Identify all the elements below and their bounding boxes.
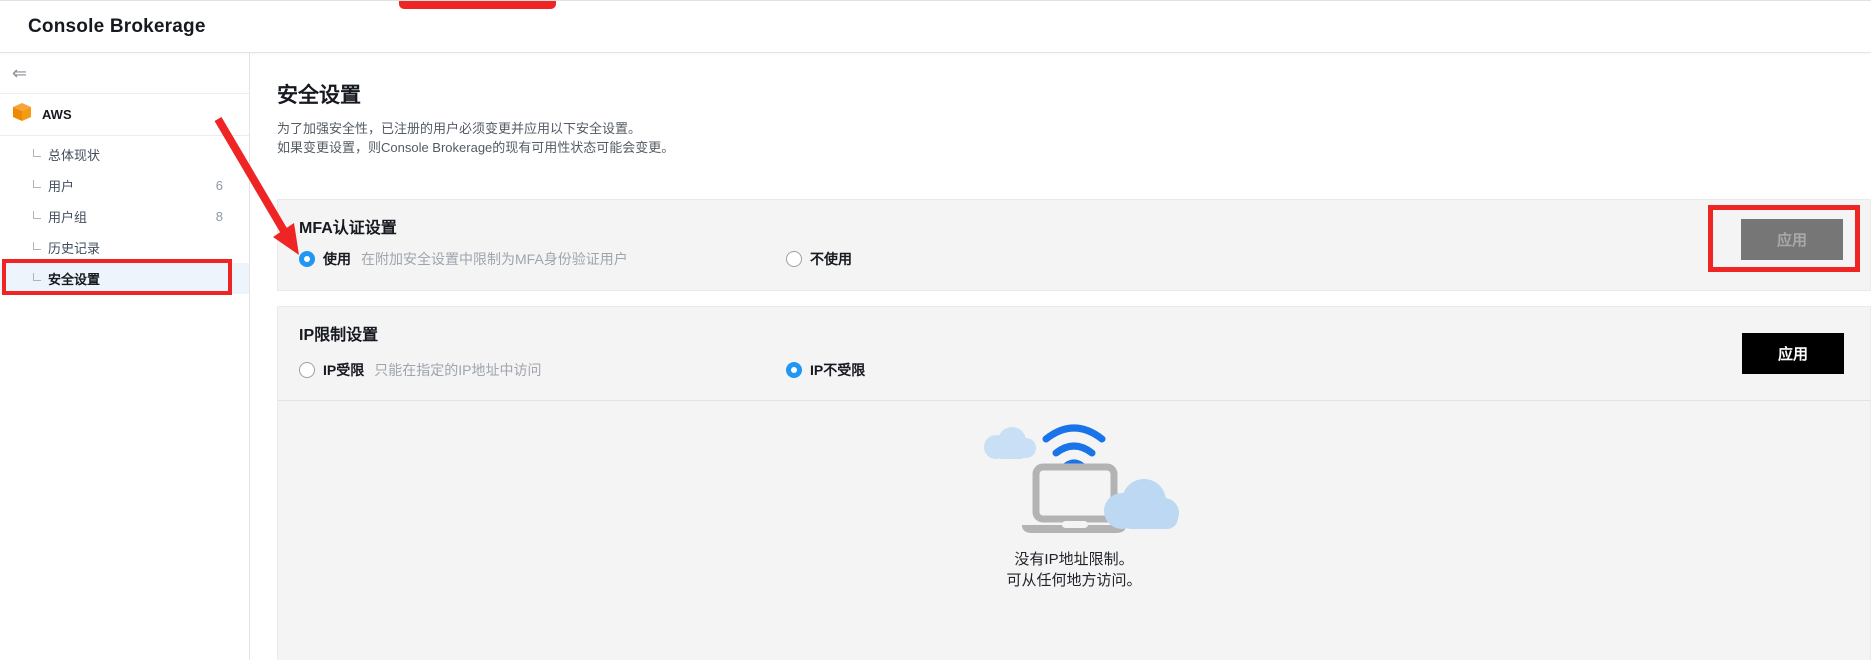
ip-restricted-label: IP受限	[323, 360, 364, 380]
ip-empty-state: 没有IP地址限制。 可从任何地方访问。	[278, 407, 1870, 591]
ip-restricted-description: 只能在指定的IP地址中访问	[374, 360, 541, 380]
mfa-panel-title: MFA认证设置	[299, 214, 397, 238]
mfa-use-radio[interactable]	[299, 251, 315, 267]
ip-unrestricted-radio[interactable]	[786, 362, 802, 378]
tree-branch-icon	[33, 242, 41, 250]
sidebar-item-label: 总体现状	[48, 145, 100, 164]
sidebar-group-aws[interactable]: AWS	[0, 94, 249, 136]
tree-branch-icon	[33, 149, 41, 157]
page-title: 安全设置	[277, 79, 361, 109]
sidebar-group-label: AWS	[42, 107, 72, 122]
security-settings-page: Console Brokerage ⇐ AWS 总体现状	[0, 0, 1871, 660]
laptop-wifi-icon	[944, 415, 1204, 545]
ip-restricted-row: IP受限 只能在指定的IP地址中访问	[299, 360, 541, 380]
mfa-use-description: 在附加安全设置中限制为MFA身份验证用户	[361, 249, 628, 269]
annotation-top-red-bar	[399, 1, 556, 9]
main-content: 安全设置 为了加强安全性，已注册的用户必须变更并应用以下安全设置。 如果变更设置…	[250, 53, 1871, 660]
mfa-use-label: 使用	[323, 249, 351, 269]
mfa-no-use-label: 不使用	[810, 249, 852, 269]
ip-panel-divider	[278, 400, 1870, 401]
tree-branch-icon	[33, 180, 41, 188]
mfa-settings-panel: MFA认证设置 使用 在附加安全设置中限制为MFA身份验证用户 不使用 应用	[277, 199, 1871, 291]
ip-apply-button[interactable]: 应用	[1742, 333, 1844, 374]
sidebar-item-label: 历史记录	[48, 238, 100, 257]
sidebar-item-badge: 8	[216, 209, 223, 224]
sidebar: ⇐ AWS 总体现状 用户 6	[0, 53, 250, 660]
page-description-line1: 为了加强安全性，已注册的用户必须变更并应用以下安全设置。	[277, 119, 674, 138]
sidebar-item-overview[interactable]: 总体现状	[0, 139, 249, 170]
tree-branch-icon	[33, 211, 41, 219]
mfa-option-use-row: 使用 在附加安全设置中限制为MFA身份验证用户	[299, 249, 628, 269]
cloud-left-icon	[984, 427, 1036, 459]
sidebar-nav: 总体现状 用户 6 用户组 8 历史记录 安全设置	[0, 136, 249, 294]
mfa-no-use-radio[interactable]	[786, 251, 802, 267]
wifi-icon	[1046, 428, 1102, 466]
sidebar-item-history[interactable]: 历史记录	[0, 232, 249, 263]
page-description: 为了加强安全性，已注册的用户必须变更并应用以下安全设置。 如果变更设置，则Con…	[277, 119, 674, 157]
sidebar-item-label: 用户	[48, 176, 74, 195]
app-title: Console Brokerage	[28, 16, 206, 38]
page-description-line2: 如果变更设置，则Console Brokerage的现有可用性状态可能会变更。	[277, 138, 674, 157]
sidebar-item-badge: 6	[216, 178, 223, 193]
mfa-apply-button[interactable]: 应用	[1741, 219, 1843, 260]
tree-branch-icon	[33, 273, 41, 281]
mfa-option-no-use-row: 不使用	[786, 249, 852, 269]
empty-state-text: 没有IP地址限制。 可从任何地方访问。	[278, 549, 1870, 591]
sidebar-item-label: 安全设置	[48, 269, 100, 288]
ip-panel-title: IP限制设置	[299, 321, 378, 345]
app-header: Console Brokerage	[0, 1, 1871, 53]
empty-state-line1: 没有IP地址限制。	[278, 549, 1870, 570]
laptop-wifi-illustration	[944, 415, 1204, 545]
sidebar-collapse-row: ⇐	[0, 53, 249, 94]
sidebar-item-label: 用户组	[48, 207, 87, 226]
ip-settings-panel: IP限制设置 IP受限 只能在指定的IP地址中访问 IP不受限 应用	[277, 306, 1871, 660]
empty-state-line2: 可从任何地方访问。	[278, 570, 1870, 591]
sidebar-item-users[interactable]: 用户 6	[0, 170, 249, 201]
sidebar-item-security-settings[interactable]: 安全设置	[0, 263, 249, 294]
ip-restricted-radio[interactable]	[299, 362, 315, 378]
ip-unrestricted-label: IP不受限	[810, 360, 865, 380]
ip-unrestricted-row: IP不受限	[786, 360, 865, 380]
sidebar-item-user-groups[interactable]: 用户组 8	[0, 201, 249, 232]
collapse-sidebar-icon[interactable]: ⇐	[12, 64, 27, 82]
aws-cube-icon	[12, 102, 32, 127]
